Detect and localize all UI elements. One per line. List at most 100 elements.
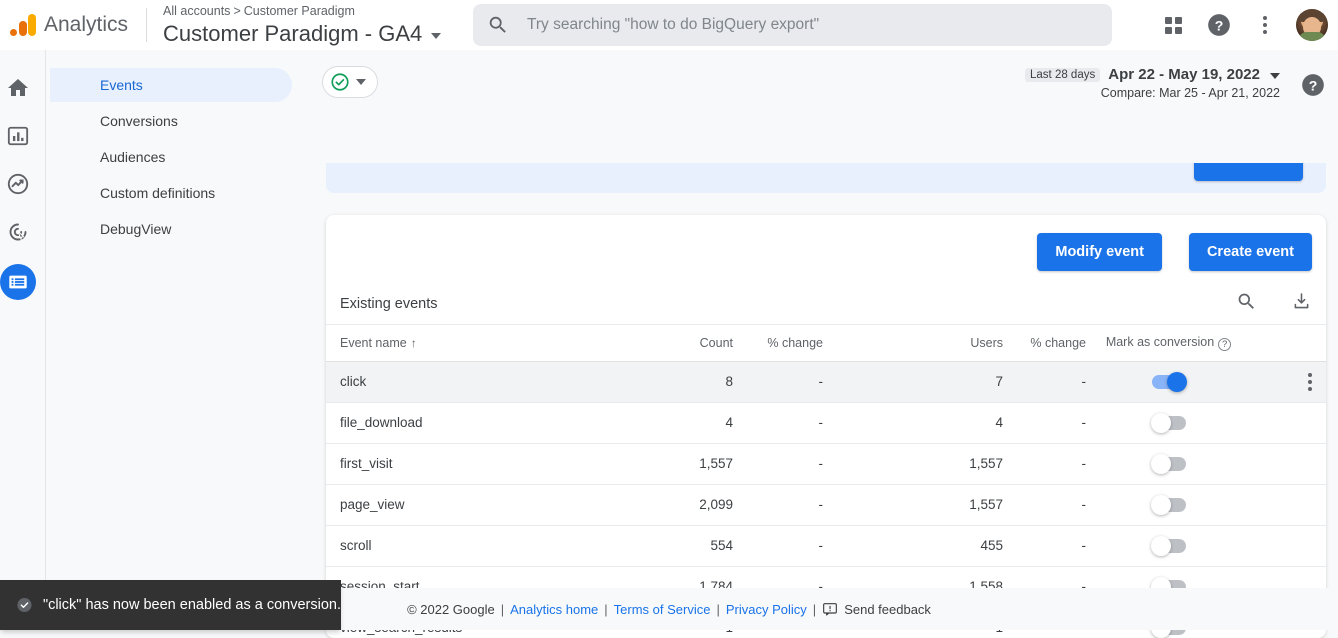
google-analytics-logo-icon <box>8 10 38 40</box>
banner-action-button[interactable] <box>1194 163 1303 181</box>
create-event-button[interactable]: Create event <box>1189 233 1312 271</box>
cell-count: 554 <box>666 525 733 566</box>
cell-conversion-toggle <box>1086 443 1251 484</box>
send-feedback-button[interactable]: Send feedback <box>822 601 931 617</box>
conversion-toggle[interactable] <box>1152 539 1186 553</box>
cell-count-change: - <box>733 525 823 566</box>
cell-count: 2,099 <box>666 484 733 525</box>
sidebar-item-label: Conversions <box>100 113 178 129</box>
cell-event-name: file_download <box>326 402 666 443</box>
cell-count: 1,557 <box>666 443 733 484</box>
snackbar-notification: "click" has now been enabled as a conver… <box>0 580 341 630</box>
cell-users-change: - <box>1003 361 1086 402</box>
sidebar-item-audiences[interactable]: Audiences <box>50 140 292 174</box>
conversion-toggle[interactable] <box>1152 457 1186 471</box>
more-vert-icon[interactable] <box>1250 10 1280 40</box>
cell-users-change: - <box>1003 402 1086 443</box>
table-row[interactable]: page_view 2,099 - 1,557 - <box>326 484 1326 525</box>
chevron-down-icon <box>356 79 366 85</box>
sidebar-item-debugview[interactable]: DebugView <box>50 212 292 246</box>
date-range-chip: Last 28 days <box>1025 68 1100 82</box>
cell-row-actions <box>1251 525 1326 566</box>
help-circle-icon: ? <box>1300 72 1326 98</box>
column-header-count[interactable]: Count <box>666 325 733 361</box>
sidebar-item-conversions[interactable]: Conversions <box>50 104 292 138</box>
cell-event-name: scroll <box>326 525 666 566</box>
column-header-count-change[interactable]: % change <box>733 325 823 361</box>
brand-divider <box>146 8 147 42</box>
rail-item-home[interactable] <box>0 72 36 104</box>
breadcrumb-account[interactable]: Customer Paradigm <box>244 4 355 18</box>
date-range-label: Apr 22 - May 19, 2022 <box>1108 66 1260 83</box>
avatar[interactable] <box>1296 9 1328 41</box>
cell-conversion-toggle <box>1086 525 1251 566</box>
table-row[interactable]: click 8 - 7 - <box>326 361 1326 402</box>
cell-users-change: - <box>1003 484 1086 525</box>
page-help-button[interactable]: ? <box>1300 72 1326 98</box>
conversion-toggle[interactable] <box>1152 498 1186 512</box>
conversion-toggle[interactable] <box>1152 375 1186 389</box>
column-header-users[interactable]: Users <box>823 325 1003 361</box>
apps-grid-icon[interactable] <box>1158 10 1188 40</box>
table-header-row: Event name↑ Count % change Users % chang… <box>326 325 1326 361</box>
table-row[interactable]: scroll 554 - 455 - <box>326 525 1326 566</box>
search-input[interactable] <box>527 16 1087 34</box>
cell-users: 1,557 <box>823 484 1003 525</box>
table-row[interactable]: first_visit 1,557 - 1,557 - <box>326 443 1326 484</box>
table-row[interactable]: file_download 4 - 4 - <box>326 402 1326 443</box>
cell-users: 1,557 <box>823 443 1003 484</box>
table-download-icon[interactable] <box>1291 291 1312 317</box>
account-selector[interactable]: All accounts> Customer Paradigm Customer … <box>163 3 441 48</box>
secondary-sidebar: Events Conversions Audiences Custom defi… <box>46 50 310 630</box>
brand-name: Analytics <box>44 13 128 37</box>
global-search[interactable] <box>473 4 1112 46</box>
modify-event-button[interactable]: Modify event <box>1037 233 1162 271</box>
svg-text:?: ? <box>1215 17 1224 33</box>
events-card: Modify event Create event Existing event… <box>326 215 1326 638</box>
explore-icon <box>6 172 30 196</box>
card-action-bar: Modify event Create event <box>326 215 1326 283</box>
sidebar-item-label: Custom definitions <box>100 185 215 201</box>
main-content: Last 28 days Apr 22 - May 19, 2022 Compa… <box>310 50 1338 630</box>
cell-event-name: first_visit <box>326 443 666 484</box>
footer-link-terms-of-service[interactable]: Terms of Service <box>614 602 711 617</box>
footer-link-analytics-home[interactable]: Analytics home <box>510 602 598 617</box>
column-header-event-name[interactable]: Event name↑ <box>326 325 666 361</box>
rail-item-advertising[interactable] <box>0 216 36 248</box>
cell-users: 4 <box>823 402 1003 443</box>
sidebar-item-label: Events <box>100 77 143 93</box>
row-more-vert-icon[interactable] <box>1308 373 1312 391</box>
cell-count: 8 <box>666 361 733 402</box>
send-feedback-label: Send feedback <box>844 602 931 617</box>
table-search-icon[interactable] <box>1236 291 1257 317</box>
date-range-selector[interactable]: Last 28 days Apr 22 - May 19, 2022 Compa… <box>1025 66 1280 100</box>
cell-count-change: - <box>733 443 823 484</box>
cell-users-change: - <box>1003 525 1086 566</box>
help-circle-icon[interactable]: ? <box>1218 338 1231 351</box>
top-app-bar: Analytics All accounts> Customer Paradigm… <box>0 0 1338 50</box>
help-circle-icon[interactable]: ? <box>1204 10 1234 40</box>
sidebar-item-label: Audiences <box>100 149 165 165</box>
feedback-icon <box>822 601 838 617</box>
conversion-toggle[interactable] <box>1152 416 1186 430</box>
cell-count-change: - <box>733 361 823 402</box>
sidebar-item-label: DebugView <box>100 221 171 237</box>
info-banner <box>326 163 1326 193</box>
svg-text:?: ? <box>1309 77 1318 93</box>
chevron-down-icon[interactable] <box>431 33 441 39</box>
sidebar-item-custom-definitions[interactable]: Custom definitions <box>50 176 292 210</box>
rail-item-explore[interactable] <box>0 168 36 200</box>
sidebar-item-events[interactable]: Events <box>50 68 292 102</box>
breadcrumb-separator: > <box>233 4 240 18</box>
content-toolbar: Last 28 days Apr 22 - May 19, 2022 Compa… <box>310 50 1338 108</box>
breadcrumb-root[interactable]: All accounts <box>163 4 230 18</box>
column-header-users-change[interactable]: % change <box>1003 325 1086 361</box>
footer-link-privacy-policy[interactable]: Privacy Policy <box>726 602 807 617</box>
property-name: Customer Paradigm - GA4 <box>163 20 422 48</box>
table-title: Existing events <box>340 296 438 312</box>
rail-item-reports[interactable] <box>0 120 36 152</box>
cell-users-change: - <box>1003 443 1086 484</box>
check-circle-icon <box>16 594 33 616</box>
comparison-filter-button[interactable] <box>322 66 378 98</box>
rail-item-configure[interactable] <box>0 264 36 300</box>
